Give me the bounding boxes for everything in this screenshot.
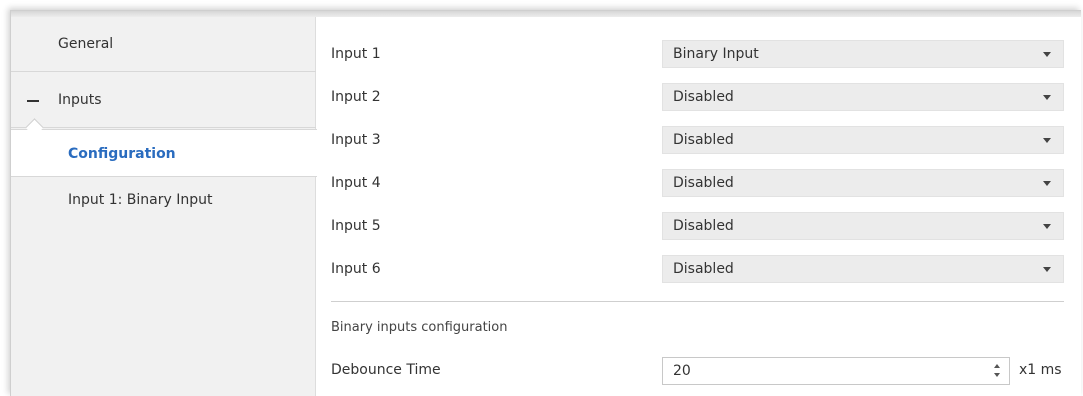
select-value: Disabled bbox=[673, 218, 734, 234]
select-value: Disabled bbox=[673, 132, 734, 148]
input-row-2: Input 2 Disabled bbox=[331, 81, 1064, 113]
input-6-select[interactable]: Disabled bbox=[662, 255, 1064, 283]
sidebar-item-label: Input 1: Binary Input bbox=[68, 192, 213, 208]
input-label: Input 2 bbox=[331, 89, 381, 105]
main-panel: Input 1 Binary Input Input 2 Disabled In… bbox=[317, 17, 1077, 396]
chevron-down-icon[interactable] bbox=[1043, 95, 1051, 100]
input-label: Input 5 bbox=[331, 218, 381, 234]
chevron-down-icon[interactable] bbox=[1043, 181, 1051, 186]
input-row-5: Input 5 Disabled bbox=[331, 210, 1064, 242]
input-4-select[interactable]: Disabled bbox=[662, 169, 1064, 197]
chevron-down-icon[interactable] bbox=[1043, 224, 1051, 229]
input-label: Input 1 bbox=[331, 46, 381, 62]
input-row-6: Input 6 Disabled bbox=[331, 253, 1064, 285]
input-2-select[interactable]: Disabled bbox=[662, 83, 1064, 111]
input-row-3: Input 3 Disabled bbox=[331, 124, 1064, 156]
input-3-select[interactable]: Disabled bbox=[662, 126, 1064, 154]
input-label: Input 6 bbox=[331, 261, 381, 277]
debounce-unit-label: x1 ms bbox=[1019, 362, 1062, 378]
debounce-time-value: 20 bbox=[673, 363, 691, 379]
sidebar-item-label: General bbox=[58, 36, 114, 52]
input-row-4: Input 4 Disabled bbox=[331, 167, 1064, 199]
sidebar-item-inputs[interactable]: Inputs bbox=[11, 73, 316, 128]
input-row-1: Input 1 Binary Input bbox=[331, 38, 1064, 70]
select-value: Disabled bbox=[673, 89, 734, 105]
section-heading: Binary inputs configuration bbox=[331, 320, 508, 335]
input-label: Input 4 bbox=[331, 175, 381, 191]
spin-up-icon[interactable] bbox=[994, 364, 1000, 368]
window: General Inputs Configuration Input 1: Bi… bbox=[10, 10, 1081, 396]
select-value: Disabled bbox=[673, 175, 734, 191]
sidebar-item-label: Inputs bbox=[58, 92, 102, 108]
debounce-time-spinbox[interactable]: 20 bbox=[662, 357, 1010, 385]
select-value: Binary Input bbox=[673, 46, 759, 62]
debounce-time-label: Debounce Time bbox=[331, 362, 441, 378]
section-divider bbox=[331, 301, 1064, 302]
sidebar-item-configuration[interactable]: Configuration bbox=[11, 129, 317, 177]
sidebar-item-general[interactable]: General bbox=[11, 17, 316, 72]
select-value: Disabled bbox=[673, 261, 734, 277]
chevron-down-icon[interactable] bbox=[1043, 267, 1051, 272]
chevron-down-icon[interactable] bbox=[1043, 52, 1051, 57]
spin-down-icon[interactable] bbox=[994, 373, 1000, 377]
sidebar-item-label: Configuration bbox=[68, 146, 176, 162]
collapse-minus-icon[interactable] bbox=[27, 100, 39, 102]
sidebar-item-input1-binary[interactable]: Input 1: Binary Input bbox=[11, 185, 316, 215]
input-1-select[interactable]: Binary Input bbox=[662, 40, 1064, 68]
chevron-down-icon[interactable] bbox=[1043, 138, 1051, 143]
input-5-select[interactable]: Disabled bbox=[662, 212, 1064, 240]
input-label: Input 3 bbox=[331, 132, 381, 148]
sidebar: General Inputs Configuration Input 1: Bi… bbox=[11, 17, 317, 396]
